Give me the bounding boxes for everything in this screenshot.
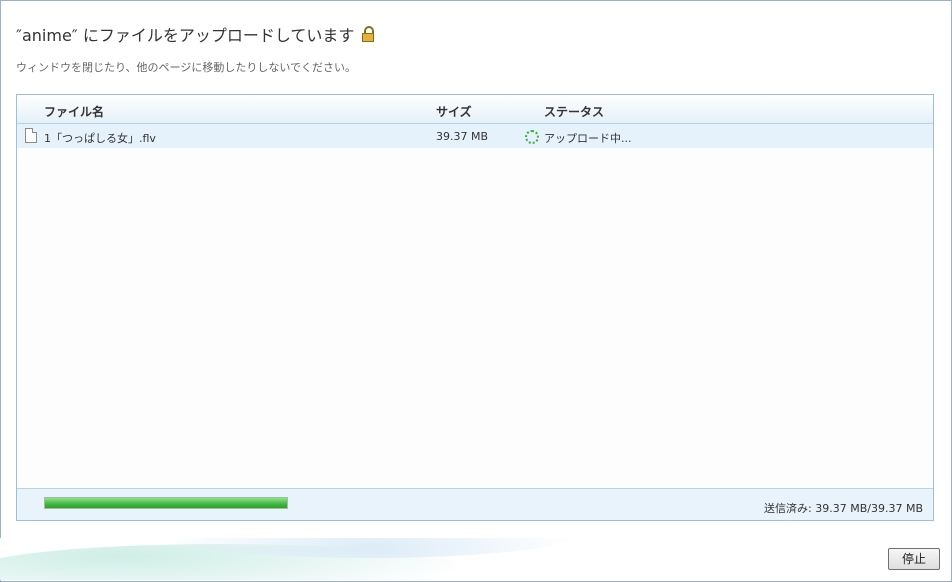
sent-status-text: 送信済み: 39.37 MB/39.37 MB bbox=[764, 502, 923, 515]
upload-progress-fill bbox=[45, 498, 287, 508]
dialog-title: ″anime″ にファイルをアップロードしています bbox=[16, 22, 375, 46]
file-list-panel: ファイル名 サイズ ステータス 1「つっぱしる女」.flv 39.37 MB ア… bbox=[16, 94, 934, 521]
file-name: 1「つっぱしる女」.flv bbox=[44, 132, 156, 145]
column-header-filename: ファイル名 bbox=[44, 105, 105, 119]
table-row[interactable]: 1「つっぱしる女」.flv 39.37 MB アップロード中... bbox=[17, 124, 933, 148]
file-status: アップロード中... bbox=[544, 132, 632, 145]
stop-button[interactable]: 停止 bbox=[888, 548, 940, 570]
dialog-subtitle: ウィンドウを閉じたり、他のページに移動したりしないでください。 bbox=[16, 61, 357, 74]
file-size: 39.37 MB bbox=[436, 130, 489, 143]
lock-icon bbox=[362, 26, 375, 42]
column-header-size: サイズ bbox=[436, 105, 472, 119]
file-icon bbox=[25, 128, 37, 143]
column-header-status: ステータス bbox=[544, 105, 605, 119]
table-header: ファイル名 サイズ ステータス bbox=[17, 95, 933, 124]
upload-progress-bar bbox=[44, 497, 288, 509]
bottom-bar bbox=[0, 538, 950, 580]
panel-footer: 送信済み: 39.37 MB/39.37 MB bbox=[17, 488, 933, 520]
dialog-title-text: ″anime″ にファイルをアップロードしています bbox=[16, 26, 355, 45]
loading-spinner-icon bbox=[525, 130, 539, 144]
